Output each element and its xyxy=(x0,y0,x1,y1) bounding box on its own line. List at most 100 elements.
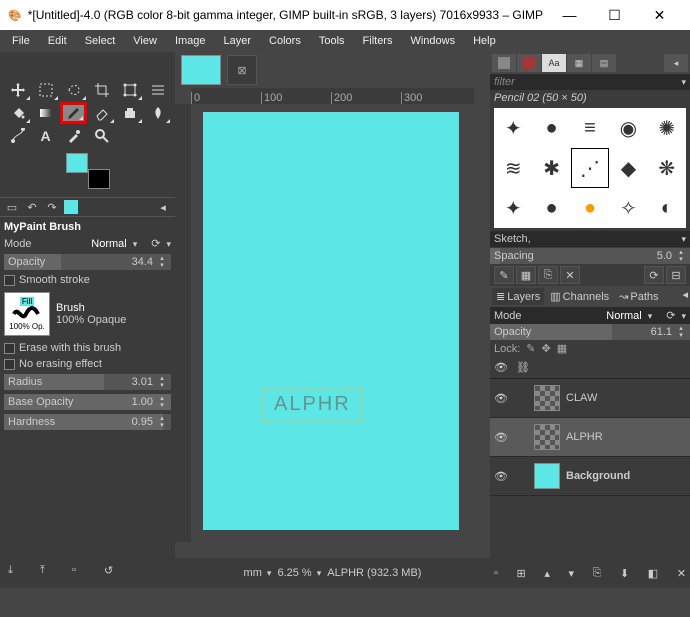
image-tab-close[interactable]: ⊠ xyxy=(227,55,257,85)
transform-tool[interactable] xyxy=(116,79,143,101)
rect-select-tool[interactable] xyxy=(32,79,59,101)
lower-layer-icon[interactable]: ▾ xyxy=(568,567,574,580)
baseopacity-slider[interactable]: Base Opacity 1.00 ▴▾ xyxy=(4,394,171,410)
unit-selector[interactable]: mm xyxy=(244,567,272,579)
brush-shape-dropdown[interactable]: Sketch, xyxy=(490,231,690,247)
configure-tab-icon[interactable]: ◂ xyxy=(682,288,688,305)
zoom-selector[interactable]: 6.25 % xyxy=(277,567,321,579)
image-tab-thumb[interactable] xyxy=(181,55,221,85)
brush-thumb[interactable]: ✱ xyxy=(532,148,570,188)
layer-mode-dropdown-icon[interactable] xyxy=(646,310,653,322)
brush-thumb[interactable]: ● xyxy=(532,188,570,228)
clone-tool[interactable] xyxy=(116,102,143,124)
layer-thumbnail[interactable] xyxy=(534,463,560,489)
brush-thumb[interactable]: ◐ xyxy=(648,188,686,228)
menu-filters[interactable]: Filters xyxy=(355,33,401,49)
brush-thumb[interactable]: ● xyxy=(571,188,609,228)
layer-opacity-slider[interactable]: Opacity 61.1 ▴▾ xyxy=(490,324,690,340)
mode-dropdown-icon[interactable] xyxy=(131,238,138,250)
menu-image[interactable]: Image xyxy=(167,33,214,49)
text-layer-alphr[interactable]: ALPHR xyxy=(263,388,362,421)
brush-thumb[interactable]: ◉ xyxy=(609,108,647,148)
canvas[interactable]: ALPHR xyxy=(191,104,474,542)
configure-tab-icon[interactable]: ◂ xyxy=(664,54,688,72)
hardness-spinner[interactable]: ▴▾ xyxy=(157,415,167,429)
tooloptions-tab-icon[interactable]: ▭ xyxy=(4,200,20,214)
menu-tools[interactable]: Tools xyxy=(311,33,353,49)
filter-dropdown-icon[interactable] xyxy=(679,76,686,88)
lock-position-icon[interactable]: ✥ xyxy=(542,342,551,355)
lock-alpha-icon[interactable]: ▦ xyxy=(557,342,567,355)
brush-thumb[interactable]: ✧ xyxy=(609,188,647,228)
menu-windows[interactable]: Windows xyxy=(402,33,463,49)
brush-thumb[interactable]: ● xyxy=(532,108,570,148)
delete-layer-icon[interactable]: ✕ xyxy=(677,567,686,580)
brush-thumb[interactable]: ✦ xyxy=(494,108,532,148)
mode-value[interactable]: Normal xyxy=(91,238,126,250)
duplicate-brush-icon[interactable]: ⎘ xyxy=(538,266,558,284)
brush-thumb[interactable]: ✦ xyxy=(494,188,532,228)
raise-layer-icon[interactable]: ▴ xyxy=(544,567,550,580)
brush-thumb[interactable]: ≋ xyxy=(494,148,532,188)
menu-layer[interactable]: Layer xyxy=(216,33,260,49)
layer-reset-menu-icon[interactable] xyxy=(679,310,686,322)
gradients-tab-icon[interactable]: ▤ xyxy=(592,54,616,72)
restore-preset-icon[interactable]: ⤒ xyxy=(40,564,58,582)
brush-thumb[interactable]: ≡ xyxy=(571,108,609,148)
brushes-tab-icon[interactable] xyxy=(492,54,516,72)
minimize-button[interactable]: — xyxy=(547,0,592,30)
mypaint-brush-tool[interactable] xyxy=(60,102,87,124)
delete-brush-icon[interactable]: ✕ xyxy=(560,266,580,284)
baseopacity-spinner[interactable]: ▴▾ xyxy=(157,395,167,409)
brush-thumb[interactable]: ❋ xyxy=(648,148,686,188)
menu-edit[interactable]: Edit xyxy=(40,33,75,49)
gradient-tool[interactable] xyxy=(32,102,59,124)
reset-icon[interactable]: ⟳ xyxy=(151,237,160,250)
brush-thumb[interactable]: ⋰ xyxy=(571,148,609,188)
layer-thumbnail[interactable] xyxy=(534,385,560,411)
close-button[interactable]: ✕ xyxy=(637,0,682,30)
erase-checkbox[interactable] xyxy=(4,343,15,354)
lock-pixel-icon[interactable]: ✎ xyxy=(526,342,535,355)
history-tab-icon[interactable]: ▦ xyxy=(567,54,591,72)
menu-colors[interactable]: Colors xyxy=(261,33,309,49)
new-brush-icon[interactable]: ▦ xyxy=(516,266,536,284)
brush-folder-icon[interactable]: ⊟ xyxy=(666,266,686,284)
new-group-icon[interactable]: ⊞ xyxy=(517,567,526,580)
move-tool[interactable] xyxy=(4,79,31,101)
menu-select[interactable]: Select xyxy=(77,33,124,49)
smudge-tool[interactable] xyxy=(144,102,171,124)
bucket-fill-tool[interactable] xyxy=(4,102,31,124)
color-picker-tool[interactable] xyxy=(60,125,87,147)
text-tool[interactable]: A xyxy=(32,125,59,147)
hardness-slider[interactable]: Hardness 0.95 ▴▾ xyxy=(4,414,171,430)
foreground-color-swatch[interactable] xyxy=(66,153,88,173)
layer-mode-value[interactable]: Normal xyxy=(606,310,641,322)
active-color-indicator[interactable] xyxy=(64,200,78,214)
ruler-horizontal[interactable]: 0 100 200 300 xyxy=(191,88,474,104)
brush-preview[interactable]: Fill 100% Op. xyxy=(4,292,50,336)
radius-slider[interactable]: Radius 3.01 ▴▾ xyxy=(4,374,171,390)
duplicate-layer-icon[interactable]: ⎘ xyxy=(593,567,602,580)
delete-preset-icon[interactable]: ▫ xyxy=(72,564,90,582)
opacity-spinner[interactable]: ▴▾ xyxy=(157,255,167,269)
smooth-stroke-checkbox[interactable] xyxy=(4,275,15,286)
spacing-spinner[interactable]: ▴▾ xyxy=(676,249,686,263)
layer-thumbnail[interactable] xyxy=(534,424,560,450)
save-preset-icon[interactable]: ⤓ xyxy=(8,564,26,582)
menu-help[interactable]: Help xyxy=(465,33,504,49)
brush-grid[interactable]: ✦ ● ≡ ◉ ✺ ≋ ✱ ⋰ ◆ ❋ ✦ ● ● ✧ ◐ xyxy=(494,108,686,228)
brush-thumb[interactable]: ◆ xyxy=(609,148,647,188)
free-select-tool[interactable] xyxy=(60,79,87,101)
fonts-tab-icon[interactable]: Aa xyxy=(542,54,566,72)
eraser-tool[interactable] xyxy=(88,102,115,124)
spacing-slider[interactable]: Spacing 5.0 ▴▾ xyxy=(490,248,690,264)
color-swatches[interactable] xyxy=(66,153,110,189)
layer-row-background[interactable]: 👁 Background xyxy=(490,457,690,496)
reset-menu-icon[interactable] xyxy=(164,238,171,250)
configure-tab-icon[interactable]: ◂ xyxy=(155,200,171,214)
maximize-button[interactable]: ☐ xyxy=(592,0,637,30)
ruler-vertical[interactable] xyxy=(175,104,191,542)
layer-reset-icon[interactable]: ⟳ xyxy=(666,309,675,322)
undo-history-icon[interactable]: ↶ xyxy=(24,200,40,214)
